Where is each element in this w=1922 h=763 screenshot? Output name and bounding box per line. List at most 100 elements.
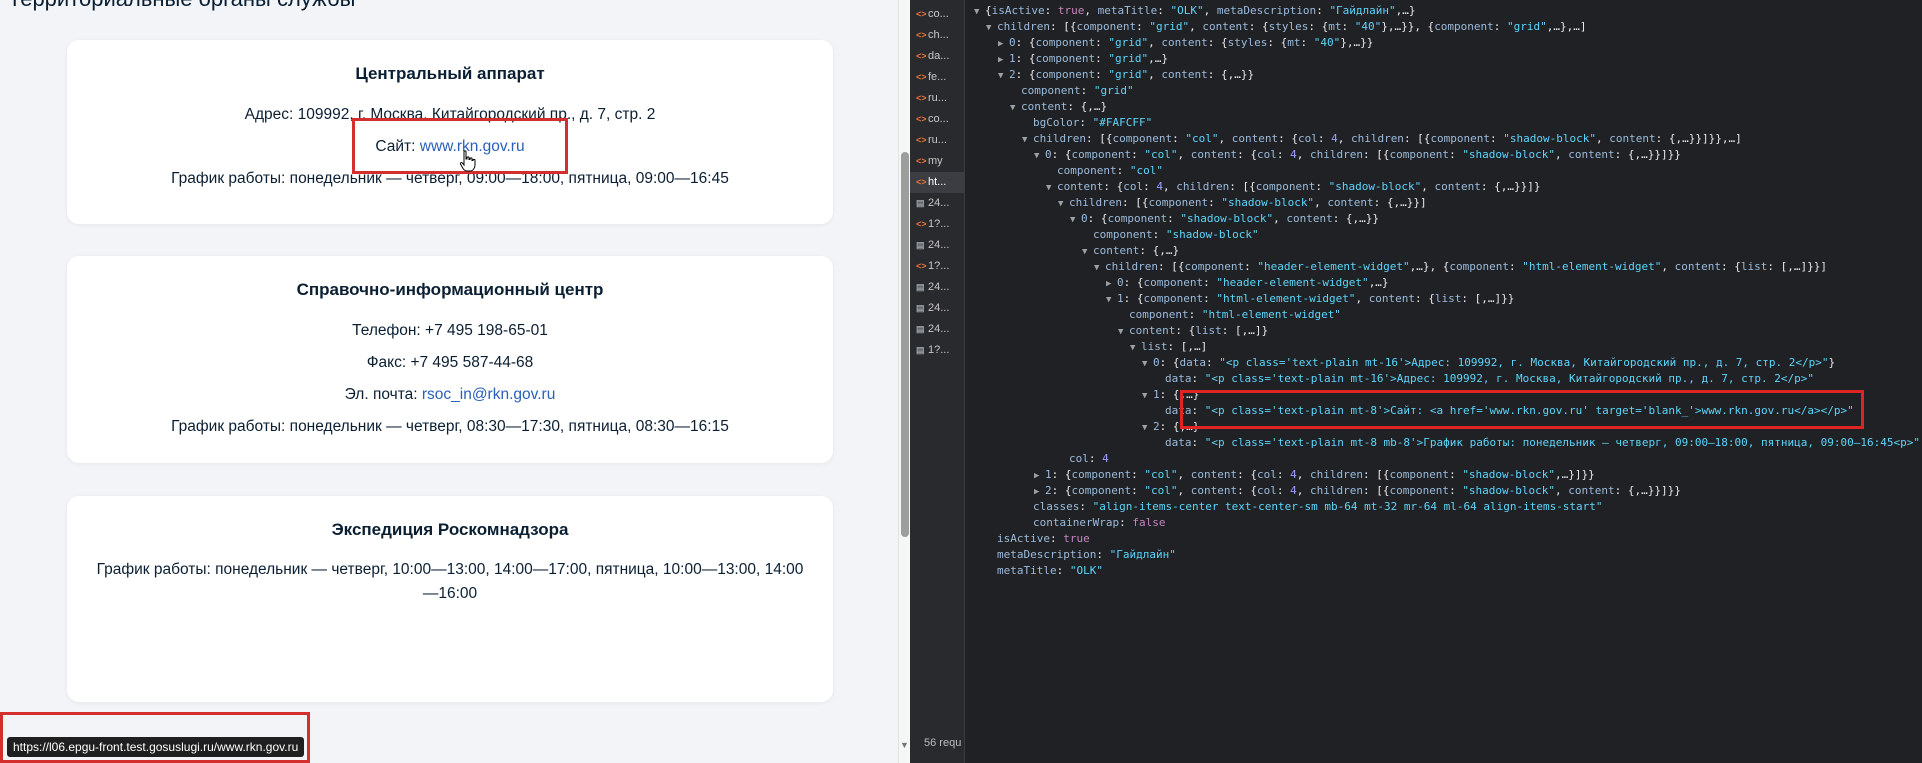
tree-token: : { [1051, 468, 1072, 481]
tree-token: children [1069, 196, 1122, 209]
expand-right-icon[interactable]: ▶ [998, 36, 1009, 52]
email-link[interactable]: rsoc_in@rkn.gov.ru [422, 386, 555, 403]
tree-token: children [1105, 260, 1158, 273]
tree-line[interactable]: ▼ children: [{component: "grid", content:… [986, 19, 1587, 35]
request-item[interactable]: ▤ 24... [916, 298, 949, 319]
request-item[interactable]: ▤ 24... [916, 319, 949, 340]
request-item[interactable]: <>da... [916, 46, 949, 67]
tree-line: bgColor: "#FAFCFF" [1022, 115, 1152, 131]
request-name: co... [928, 8, 949, 20]
request-item[interactable]: <>ru... [916, 130, 947, 151]
tree-token: component [1430, 132, 1491, 145]
tree-token: "<p class='text-plain mt-8 mb-8'>График … [1204, 436, 1920, 449]
expand-down-icon[interactable]: ▼ [1142, 388, 1153, 404]
tree-line[interactable]: ▼ {isActive: true, metaTitle: "OLK", meta… [974, 3, 1416, 19]
request-item[interactable]: <>co... [916, 4, 949, 25]
expand-right-icon[interactable]: ▶ [998, 52, 1009, 68]
expand-down-icon[interactable]: ▼ [1046, 180, 1057, 196]
expand-down-icon[interactable]: ▼ [1022, 132, 1033, 148]
tree-token: metaDescription [1216, 4, 1317, 17]
tree-token: content [1568, 484, 1615, 497]
tree-line[interactable]: ▼ content: {,…} [1010, 99, 1107, 115]
tree-line[interactable]: ▼ 0: {component: "shadow-block", content:… [1070, 211, 1379, 227]
tree-line[interactable]: ▼ 1: {component: "html-element-widget", c… [1106, 291, 1514, 307]
tree-line[interactable]: ▼ content: {col: 4, children: [{component… [1046, 179, 1541, 195]
request-item[interactable]: <>fe... [916, 67, 946, 88]
expand-down-icon[interactable]: ▼ [1034, 148, 1045, 164]
request-item[interactable]: <>1?... [916, 214, 949, 235]
tree-line[interactable]: ▼ 2: {component: "grid", content: {,…}} [998, 67, 1254, 83]
tree-line[interactable]: ▼ 0: {data: "<p class='text-plain mt-16'>… [1142, 355, 1835, 371]
tree-token: : { [1237, 484, 1257, 497]
expand-right-icon[interactable]: ▶ [1034, 468, 1045, 484]
request-item[interactable]: ▤ 24... [916, 235, 949, 256]
code-file-icon: <> [916, 219, 927, 229]
tree-token: : [1079, 116, 1093, 129]
scrollbar-thumb[interactable] [901, 152, 909, 537]
request-item[interactable]: ▤ 1?... [916, 340, 949, 361]
request-name: 24... [928, 197, 950, 209]
tree-line[interactable]: ▶ 1: {component: "col", content: {col: 4,… [1034, 467, 1595, 483]
tree-line[interactable]: ▶ 0: {component: "header-element-widget",… [1106, 275, 1389, 291]
tree-line[interactable]: ▼ children: [{component: "col", content: … [1022, 131, 1742, 147]
expand-down-icon[interactable]: ▼ [1118, 324, 1129, 340]
tree-line[interactable]: ▼ list: [,…] [1130, 339, 1207, 355]
tree-token: content [1190, 148, 1238, 161]
code-file-icon: <> [916, 30, 927, 40]
tree-token: },…}} [1340, 36, 1374, 49]
tree-token: component [1389, 484, 1450, 497]
expand-right-icon[interactable]: ▶ [1106, 276, 1117, 292]
tree-line[interactable]: ▶ 0: {component: "grid", content: {styles… [998, 35, 1373, 51]
tree-token: content [1093, 244, 1140, 257]
tree-token: component [1129, 308, 1189, 321]
tree-token: "align-items-center text-center-sm mb-64… [1092, 500, 1603, 513]
tree-token: component [1076, 20, 1137, 33]
expand-down-icon[interactable]: ▼ [1058, 196, 1069, 212]
expand-down-icon[interactable]: ▼ [998, 68, 1009, 84]
tree-token: : {,…} [1139, 244, 1180, 257]
scroll-down-arrow-icon[interactable]: ▼ [900, 740, 909, 750]
tree-line[interactable]: ▼ content: {,…} [1082, 243, 1179, 259]
tree-line[interactable]: ▼ children: [{component: "header-element-… [1094, 259, 1827, 275]
tree-token: col [1297, 132, 1318, 145]
expand-down-icon[interactable]: ▼ [1130, 340, 1141, 356]
expand-down-icon[interactable]: ▼ [974, 4, 985, 20]
tree-line[interactable]: ▼ content: {list: [,…]} [1118, 323, 1268, 339]
tree-token: list [1434, 292, 1462, 305]
expand-down-icon[interactable]: ▼ [1142, 356, 1153, 372]
request-item[interactable]: ▤ 24... [916, 193, 949, 214]
request-item[interactable]: ▤ 24... [916, 277, 949, 298]
expand-down-icon[interactable]: ▼ [986, 20, 997, 36]
tree-token: : [1276, 468, 1291, 481]
expand-down-icon[interactable]: ▼ [1142, 420, 1153, 436]
tree-token: : [1509, 260, 1523, 273]
request-item[interactable]: <>1?... [916, 256, 949, 277]
tree-token: , [1203, 4, 1217, 17]
tree-token: : [,…]}}] [1767, 260, 1827, 273]
tree-token: : [,…] [1167, 340, 1208, 353]
request-item[interactable]: <>ch... [916, 25, 949, 46]
request-item[interactable]: <>my [916, 151, 943, 172]
expand-down-icon[interactable]: ▼ [1094, 260, 1105, 276]
tree-line[interactable]: ▼ 0: {component: "col", content: {col: 4,… [1034, 147, 1681, 163]
request-item[interactable]: <>ht... [910, 172, 964, 193]
tree-line[interactable]: ▼ children: [{component: "shadow-block", … [1058, 195, 1427, 211]
tree-line[interactable]: ▶ 1: {component: "grid",…} [998, 51, 1168, 67]
tree-line[interactable]: ▶ 2: {component: "col", content: {col: 4,… [1034, 483, 1681, 499]
tree-token: ,…}]}} [1555, 468, 1595, 481]
tree-token: , [1596, 132, 1610, 145]
tree-token: : { [1015, 36, 1036, 49]
schedule-text: График работы: понедельник — четверг, 10… [96, 561, 804, 602]
tree-token: : [1316, 4, 1330, 17]
tree-token: list [1740, 260, 1768, 273]
expand-down-icon[interactable]: ▼ [1010, 100, 1021, 116]
request-item[interactable]: <>co... [916, 109, 949, 130]
request-item[interactable]: <>ru... [916, 88, 947, 109]
expand-down-icon[interactable]: ▼ [1070, 212, 1081, 228]
expand-down-icon[interactable]: ▼ [1106, 292, 1117, 308]
tree-token: content [1161, 68, 1208, 81]
tree-token: : { [1720, 260, 1741, 273]
tree-token: "header-element-widget" [1216, 276, 1369, 289]
expand-right-icon[interactable]: ▶ [1034, 484, 1045, 500]
expand-down-icon[interactable]: ▼ [1082, 244, 1093, 260]
